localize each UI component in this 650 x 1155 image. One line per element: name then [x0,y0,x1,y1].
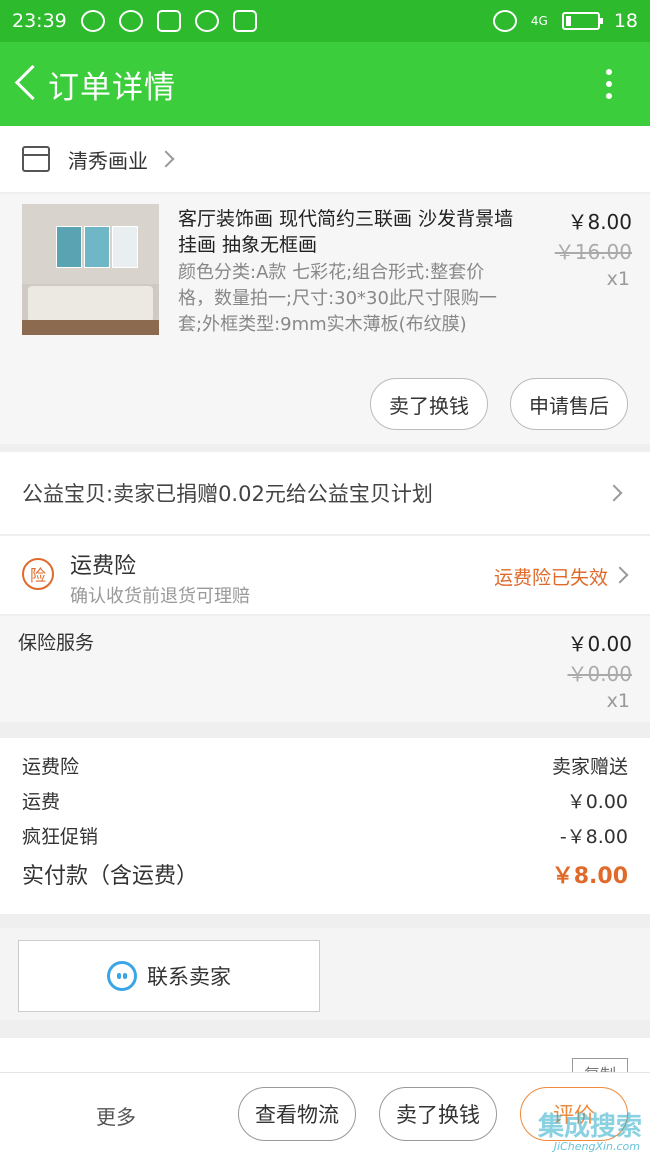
chat-icon [194,10,219,32]
summary-label: 运费 [22,791,61,813]
hotspot-icon [156,10,181,32]
watermark-logo: 集成搜索 [537,1112,642,1142]
summary-row: 运费险 卖家赠送 [22,752,628,779]
total-label: 实付款（含运费） [22,864,199,889]
view-logistics-button[interactable]: 查看物流 [238,1087,356,1141]
summary-value: ￥0.00 [566,791,628,813]
battery-fill [565,16,571,26]
image-icon [232,10,257,32]
summary-value: 卖家赠送 [551,756,628,778]
insurance-title: 运费险 [70,554,137,579]
chevron-right-icon [605,484,623,502]
infinity-icon [80,10,105,32]
summary-label: 运费险 [22,756,80,778]
service-original-price: ￥0.00 [567,662,632,686]
status-right: 4G 18 [492,10,638,32]
watermark-url: JiChengXin.com [553,1140,640,1153]
chevron-right-icon [157,150,175,168]
title-bar: 订单详情 [0,42,650,126]
chevron-right-icon [611,566,629,584]
apply-after-sale-button[interactable]: 申请售后 [510,378,628,430]
headset-icon [492,10,517,32]
contact-seller-button[interactable]: 联系卖家 [18,940,320,1012]
service-label: 保险服务 [18,632,95,654]
summary-row: 疯狂促销 -￥8.00 [22,822,628,849]
store-icon [22,146,50,172]
network-label: 4G [530,14,548,28]
contact-seller-label: 联系卖家 [147,965,231,989]
product-spec: 颜色分类:A款 七彩花;组合形式:整套价格，数量拍一;尺寸:30*30此尺寸限购… [178,262,497,335]
service-quantity: x1 [606,690,630,712]
insurance-status: 运费险已失效 [493,567,608,589]
shop-row[interactable]: 清秀画业 [0,126,650,192]
product-original-price: ￥16.00 [554,240,632,264]
status-time: 23:39 [12,10,67,32]
chat-face-icon [107,961,137,991]
product-thumbnail[interactable] [22,204,159,335]
summary-label: 疯狂促销 [22,826,99,848]
back-arrow-icon[interactable] [10,62,44,106]
product-title: 客厅装饰画 现代简约三联画 沙发背景墙挂画 抽象无框画 [178,208,514,256]
charity-text: 公益宝贝:卖家已捐赠0.02元给公益宝贝计划 [22,482,433,506]
shop-name: 清秀画业 [68,148,148,173]
contact-section: 联系卖家 [0,928,650,1020]
shipping-insurance-row[interactable]: 险 运费险 确认收货前退货可理赔 运费险已失效 [0,536,650,614]
total-row: 实付款（含运费） ￥8.00 [22,858,628,890]
service-price: ￥0.00 [567,632,632,656]
insurance-service-item: 保险服务 ￥0.00 ￥0.00 x1 [0,616,650,722]
more-menu-icon[interactable] [606,69,614,99]
insurance-subtitle: 确认收货前退货可理赔 [70,586,250,607]
summary-value: -￥8.00 [559,826,628,848]
more-button[interactable]: 更多 [96,1101,136,1130]
battery-icon [561,12,603,30]
product-card[interactable]: 客厅装饰画 现代简约三联画 沙发背景墙挂画 抽象无框画 颜色分类:A款 七彩花;… [0,194,650,444]
total-value: ￥8.00 [551,864,628,889]
charity-row[interactable]: 公益宝贝:卖家已捐赠0.02元给公益宝贝计划 [0,452,650,534]
page-title: 订单详情 [48,69,176,106]
summary-row: 运费 ￥0.00 [22,787,628,814]
status-bar: 23:39 4G 18 [0,0,650,42]
sell-button[interactable]: 卖了换钱 [370,378,488,430]
battery-percent: 18 [613,10,638,32]
insurance-badge-icon: 险 [22,558,54,590]
status-left: 23:39 [12,10,257,32]
k-app-icon [118,10,143,32]
sell-item-button[interactable]: 卖了换钱 [379,1087,497,1141]
product-price: ￥8.00 [567,210,632,234]
order-summary: 运费险 卖家赠送 运费 ￥0.00 疯狂促销 -￥8.00 实付款（含运费） ￥… [0,738,650,914]
product-quantity: x1 [606,268,630,290]
